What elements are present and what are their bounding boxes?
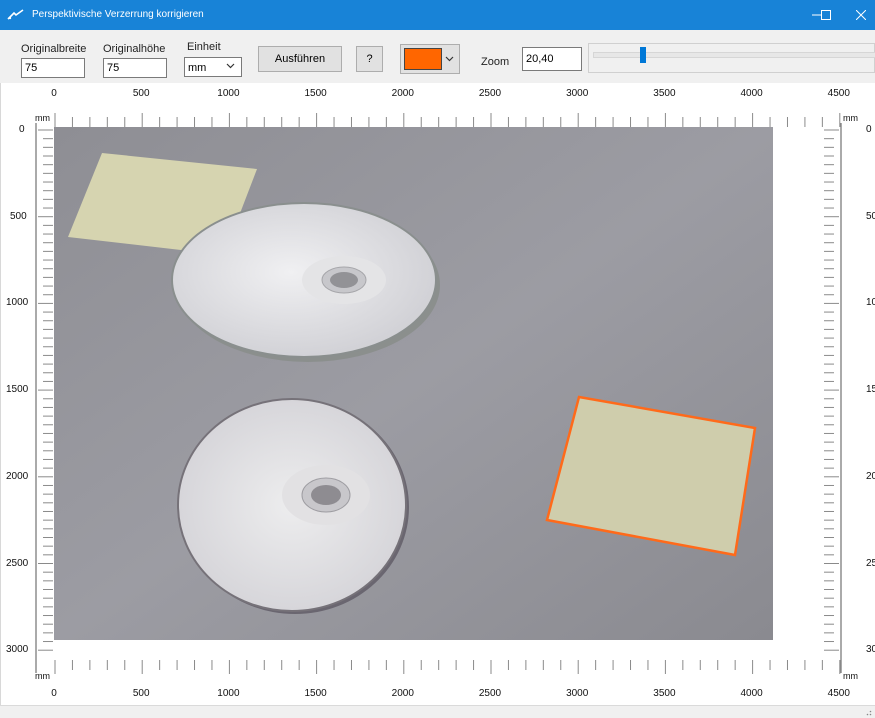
app-icon <box>7 9 24 20</box>
ruler-right-label: 250 <box>866 557 875 569</box>
zoom-slider[interactable] <box>588 43 875 73</box>
photo-canvas[interactable] <box>54 127 773 640</box>
chevron-down-icon <box>226 63 235 69</box>
ruler-right-label: 300 <box>866 644 875 656</box>
ruler-bottom-label: 0 <box>51 688 57 699</box>
close-button[interactable] <box>846 0 875 30</box>
maximize-icon <box>821 10 831 20</box>
window-title: Perspektivische Verzerrung korrigieren <box>32 9 204 20</box>
ruler-left-label: 1500 <box>6 384 29 396</box>
ruler-top-label: 1000 <box>217 88 240 99</box>
ruler-unit-top-right: mm <box>843 113 858 123</box>
ruler-bottom-label: 3000 <box>566 688 589 699</box>
zoom-slider-track <box>593 52 875 58</box>
close-icon <box>855 10 866 20</box>
resize-grip-icon[interactable] <box>864 708 872 716</box>
chevron-down-icon <box>445 56 454 62</box>
ruler-top-label: 2500 <box>478 88 502 99</box>
ruler-right-label: 0 <box>866 124 872 135</box>
ruler-bottom-label: 1500 <box>304 688 327 699</box>
photo-image <box>54 127 773 640</box>
ruler-left-label: 2500 <box>6 557 29 569</box>
original-width-input[interactable] <box>21 58 85 78</box>
ruler-left-label: 0 <box>19 124 25 135</box>
ruler-right-label: 200 <box>866 470 875 482</box>
title-bar: Perspektivische Verzerrung korrigieren <box>0 0 875 30</box>
ruler-unit-top-left: mm <box>35 113 50 123</box>
unit-select[interactable]: mm <box>184 57 242 77</box>
ruler-top-label: 4000 <box>740 88 763 99</box>
disc-bottom <box>177 398 409 614</box>
line-color-swatch <box>404 48 442 70</box>
ruler-unit-bottom-left: mm <box>35 671 50 681</box>
original-height-label: Originalhöhe <box>103 43 166 55</box>
ruler-bottom-label: 4500 <box>827 688 850 699</box>
ruler-top-label: 3500 <box>653 88 676 99</box>
zoom-input[interactable] <box>522 47 582 71</box>
ruler-unit-bottom-right: mm <box>843 671 858 681</box>
ruler-right-label: 150 <box>866 384 875 396</box>
status-bar <box>0 705 875 718</box>
ruler-top-label: 1500 <box>304 88 327 99</box>
ruler-bottom-label: 4000 <box>740 688 763 699</box>
ruler-bottom-label: 3500 <box>653 688 676 699</box>
ruler-top-label: 500 <box>132 88 150 99</box>
ruler-top-label: 3000 <box>566 88 589 99</box>
ruler-left-label: 1000 <box>6 297 29 309</box>
unit-label: Einheit <box>187 41 221 53</box>
zoom-label: Zoom <box>481 56 510 68</box>
ruler-right-label: 100 <box>866 297 875 309</box>
original-height-input[interactable] <box>103 58 167 78</box>
ruler-top-label: 0 <box>51 88 57 99</box>
ruler-left-label: 500 <box>10 210 27 222</box>
ruler-bottom-label: 500 <box>132 688 150 699</box>
ruler-right-label: 50 <box>866 210 875 222</box>
line-color-picker[interactable] <box>400 44 460 74</box>
maximize-button[interactable] <box>809 0 843 30</box>
ruler-bottom-label: 2000 <box>391 688 414 699</box>
unit-select-value: mm <box>188 62 207 74</box>
run-button[interactable]: Ausführen <box>258 46 342 72</box>
ruler-top-label: 4500 <box>827 88 850 99</box>
ruler-bottom-label: 2500 <box>478 688 502 699</box>
ruler-top-label: 2000 <box>391 88 414 99</box>
help-button[interactable]: ? <box>356 46 383 72</box>
ruler-left-label: 3000 <box>6 644 29 656</box>
zoom-slider-thumb[interactable] <box>639 47 646 63</box>
original-width-label: Originalbreite <box>21 43 87 55</box>
ruler-bottom-label: 1000 <box>217 688 240 699</box>
ruler-left-label: 2000 <box>6 470 29 482</box>
